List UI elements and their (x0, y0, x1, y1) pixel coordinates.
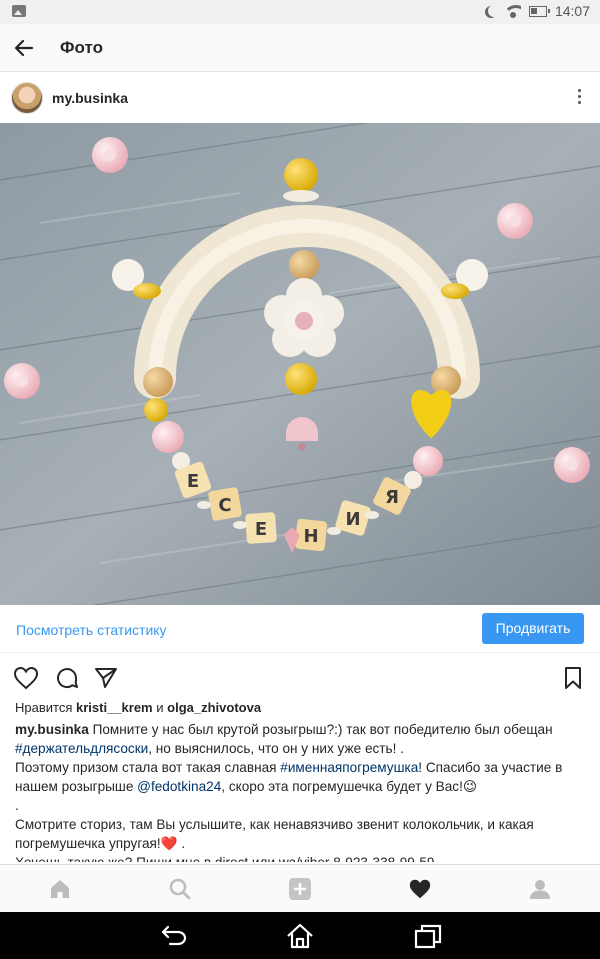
caption-line-6: Смотрите сториз, там Вы услышите, как не… (15, 817, 534, 832)
post-actions (0, 658, 600, 698)
arrow-back-icon[interactable] (12, 36, 36, 60)
send-icon[interactable] (94, 666, 118, 690)
letter-cube-1: Е (187, 471, 199, 492)
status-bar: 14:07 (0, 0, 600, 24)
system-back-icon[interactable] (160, 923, 188, 947)
likes-prefix: Нравится (15, 700, 73, 715)
letter-cube-5: И (345, 509, 360, 530)
liker-2[interactable]: olga_zhivotova (167, 700, 261, 715)
status-time: 14:07 (554, 3, 590, 19)
system-home-icon[interactable] (286, 923, 314, 949)
app-bar: Фото (0, 24, 600, 72)
caption-username[interactable]: my.businka (15, 722, 89, 737)
rattle-photo: Е С Е Н И Я (0, 123, 600, 605)
gallery-notification-icon (12, 5, 26, 17)
liker-1[interactable]: kristi__krem (76, 700, 153, 715)
comment-icon[interactable] (55, 666, 79, 690)
caption-line-3a: Поэтому призом стала вот такая славная (15, 760, 281, 775)
caption-line-7: погремушечка упругая!❤️ . (15, 836, 186, 851)
heart-filled-icon[interactable] (408, 877, 432, 901)
caption-line-4b: , скоро эта погремушечка будет у Вас!😉 (221, 779, 478, 794)
post-caption: my.businka Помните у нас был крутой розы… (15, 720, 587, 862)
letter-cube-4: Н (303, 526, 318, 547)
home-icon[interactable] (48, 877, 72, 901)
likes-line: Нравится kristi__krem и olga_zhivotova (15, 700, 261, 715)
more-vertical-icon[interactable] (578, 89, 582, 107)
promote-button[interactable]: Продвигать (482, 613, 584, 644)
bottom-nav (0, 864, 600, 912)
page-title: Фото (60, 38, 103, 57)
heart-outline-icon[interactable] (13, 666, 39, 690)
caption-line-3b: ! Спасибо за участие в (418, 760, 563, 775)
caption-line-8: Хочешь такую же? Пиши мне в direct или w… (15, 853, 587, 862)
hashtag-rattle[interactable]: #именнаяпогремушка (280, 760, 418, 775)
bookmark-icon[interactable] (564, 666, 582, 690)
letter-cube-2: С (218, 495, 231, 516)
add-icon[interactable] (288, 877, 312, 901)
mention-link[interactable]: @fedotkina24 (137, 779, 221, 794)
caption-line-4a: нашем розыгрыше (15, 779, 138, 794)
view-insights-link[interactable]: Посмотреть статистику (16, 622, 167, 638)
caption-line-1: Помните у нас был крутой розыгрыш?:) так… (92, 722, 553, 737)
caption-line-2: , но выяснилось, что он у них уже есть! … (148, 741, 404, 756)
battery-icon (528, 5, 550, 17)
hashtag-holder[interactable]: #держательдлясоски (15, 741, 148, 756)
post-header: my.businka (0, 73, 600, 123)
avatar[interactable] (11, 82, 43, 114)
post-username[interactable]: my.businka (52, 90, 128, 106)
caption-line-5: . (15, 798, 19, 813)
system-navigation-bar (0, 912, 600, 959)
letter-cube-6: Я (385, 487, 399, 508)
do-not-disturb-icon (488, 5, 500, 17)
letter-cube-3: Е (255, 519, 267, 540)
search-icon[interactable] (168, 877, 192, 901)
profile-icon[interactable] (528, 877, 552, 901)
post-photo[interactable]: Е С Е Н И Я (0, 123, 600, 605)
insights-row: Посмотреть статистику Продвигать (0, 605, 600, 653)
system-recents-icon[interactable] (414, 923, 442, 949)
likes-conjunction: и (156, 700, 164, 715)
wifi-icon (504, 4, 521, 18)
